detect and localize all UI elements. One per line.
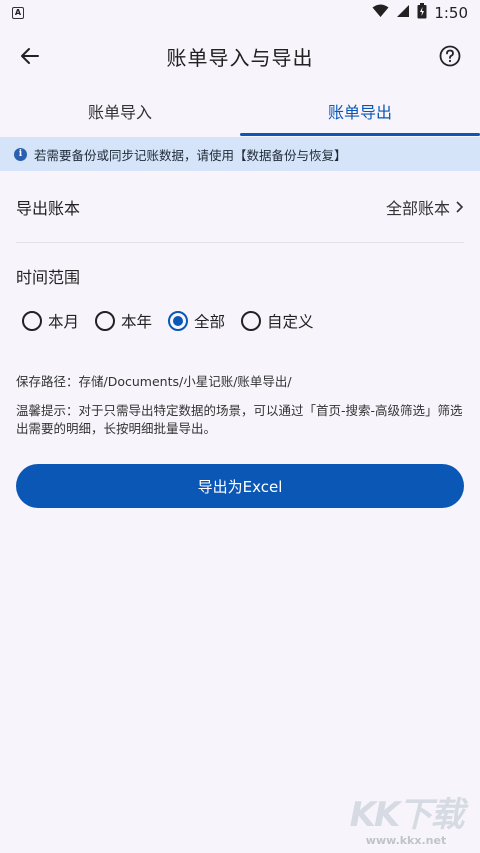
status-right: 1:50: [372, 3, 468, 23]
export-book-value: 全部账本: [385, 199, 450, 218]
tab-export[interactable]: 账单导出: [240, 86, 480, 136]
export-book-value-wrap: 全部账本: [386, 195, 464, 219]
chevron-right-icon: [456, 201, 464, 213]
tab-bar: 账单导入 账单导出: [0, 86, 480, 136]
radio-label: 自定义: [267, 313, 314, 331]
radio-circle-checked: [168, 311, 189, 331]
arrow-back-icon: [21, 48, 39, 64]
sim-card-icon: A: [12, 7, 24, 19]
export-excel-button[interactable]: 导出为Excel: [16, 464, 464, 508]
radio-label: 全部: [194, 313, 226, 331]
tip-text: 温馨提示：对于只需导出特定数据的场景，可以通过「首页-搜索-高级筛选」筛选出需要…: [16, 403, 463, 436]
info-icon: i: [14, 147, 27, 161]
radio-circle: [95, 311, 116, 331]
divider: [16, 242, 464, 243]
status-time: 1:50: [434, 4, 468, 22]
app-bar: 账单导入与导出: [0, 26, 480, 86]
battery-icon: [417, 3, 427, 23]
page-title: 账单导入与导出: [166, 45, 314, 70]
notice-text: 若需要备份或同步记账数据，请使用【数据备份与恢复】: [34, 147, 347, 163]
radio-this-year[interactable]: 本年: [95, 310, 152, 332]
export-book-label: 导出账本: [16, 199, 81, 218]
status-left: A: [12, 7, 24, 19]
notice-banner[interactable]: i 若需要备份或同步记账数据，请使用【数据备份与恢复】: [0, 137, 480, 171]
radio-all[interactable]: 全部: [168, 310, 225, 332]
radio-circle: [22, 311, 42, 331]
status-bar: A 1:50: [0, 0, 480, 26]
back-button[interactable]: [12, 38, 48, 74]
time-range-radio-group: 本月 本年 全部 自定义: [22, 310, 330, 332]
time-range-title: 时间范围: [16, 268, 81, 287]
help-circle-icon: [439, 45, 461, 67]
radio-custom[interactable]: 自定义: [241, 310, 314, 332]
radio-circle: [241, 311, 262, 331]
save-path-text: 保存路径：存储/Documents/小星记账/账单导出/: [16, 374, 292, 389]
radio-label: 本年: [121, 313, 153, 331]
radio-label: 本月: [48, 313, 80, 331]
export-book-row[interactable]: 导出账本 全部账本: [16, 182, 464, 232]
help-button[interactable]: [432, 38, 468, 74]
wifi-icon: [372, 4, 389, 22]
watermark: KK下载 www.kkx.net: [346, 796, 466, 847]
tab-import[interactable]: 账单导入: [0, 86, 240, 136]
radio-this-month[interactable]: 本月: [22, 310, 79, 332]
watermark-url: www.kkx.net: [365, 834, 447, 847]
watermark-logo: KK下载: [349, 795, 465, 835]
signal-icon: [396, 4, 410, 22]
